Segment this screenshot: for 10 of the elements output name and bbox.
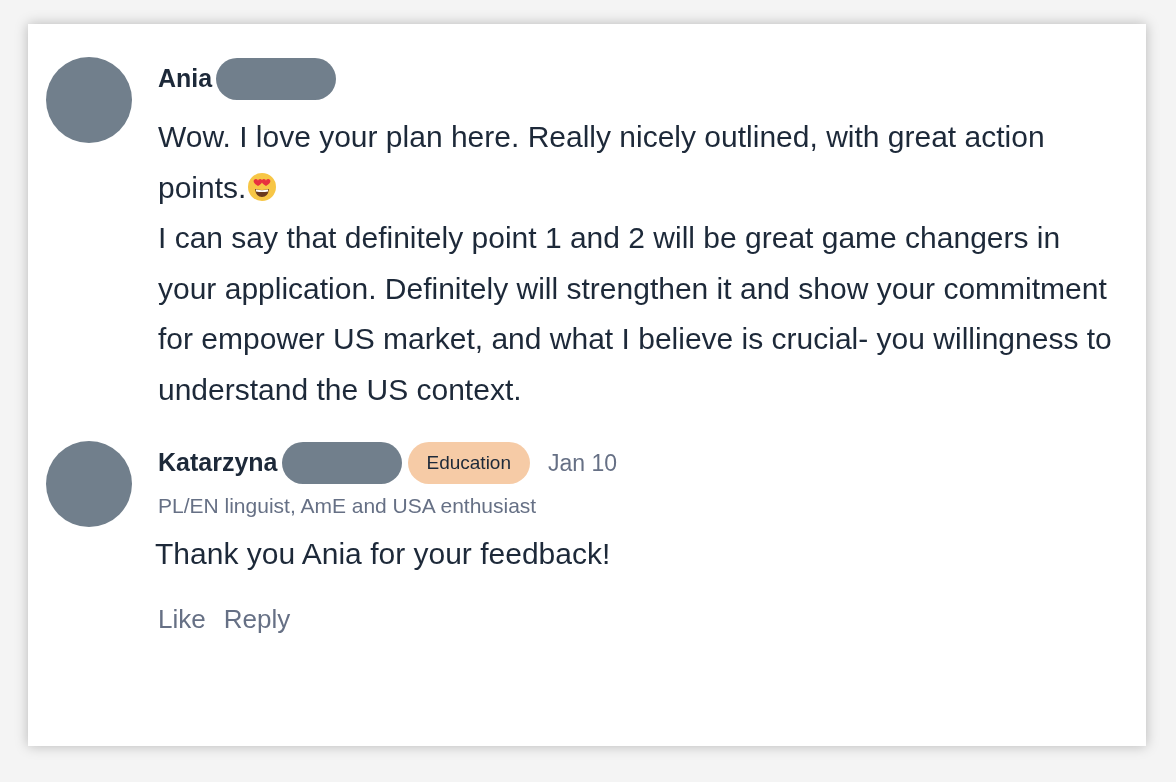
comment-date: Jan 10	[548, 448, 618, 478]
category-badge: Education	[407, 442, 530, 484]
comment-text: I can say that definitely point 1 and 2 will be great game changers in your application. Definitely will strengthen it and show your commitment for empower US market, and what I believe is crucial- you willingness to understand the US context.	[158, 221, 1112, 406]
author-name[interactable]: Katarzyna	[158, 444, 278, 482]
comment-text: Wow. I love your plan here. Really nicely outlined, with great action points.	[158, 120, 1045, 204]
comment-text: Thank you Ania for your feedback!	[155, 537, 611, 570]
author-headline: PL/EN linguist, AmE and USA enthusiast	[158, 493, 538, 519]
action-link[interactable]: Like	[158, 599, 206, 639]
action-link[interactable]: Reply	[223, 599, 291, 639]
author-name[interactable]: Ania	[158, 60, 213, 98]
